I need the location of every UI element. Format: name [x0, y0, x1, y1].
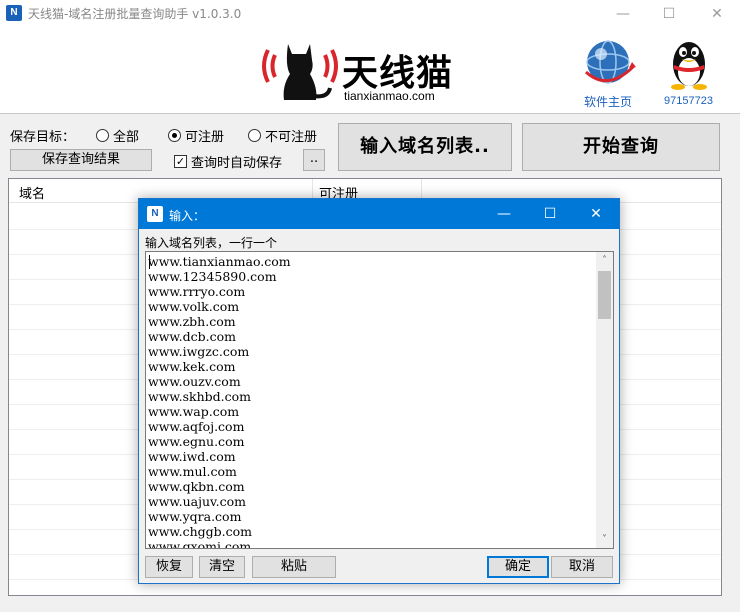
- dialog-minimize-button[interactable]: —: [481, 199, 527, 229]
- restore-button[interactable]: 恢复: [145, 556, 193, 578]
- domain-line: www.kek.com: [148, 359, 236, 374]
- browse-button[interactable]: ..: [303, 149, 325, 171]
- close-button[interactable]: ✕: [694, 0, 740, 28]
- radio-all[interactable]: 全部: [96, 126, 139, 145]
- dialog-title: 输入：: [169, 209, 206, 223]
- homepage-link[interactable]: 软件主页: [584, 93, 632, 110]
- domain-line: www.ouzv.com: [148, 374, 241, 389]
- dialog-close-button[interactable]: ✕: [573, 199, 619, 229]
- domain-list-textarea[interactable]: www.tianxianmao.com www.12345890.com www.r…: [145, 251, 614, 549]
- minimize-button[interactable]: —: [600, 0, 646, 28]
- text-caret: [149, 255, 150, 269]
- paste-button[interactable]: 粘贴: [252, 556, 336, 578]
- dialog-titlebar[interactable]: N 输入： — ☐ ✕: [139, 199, 619, 229]
- clear-button[interactable]: 清空: [199, 556, 245, 578]
- window-title: 天线猫-域名注册批量查询助手 v1.0.3.0: [28, 7, 242, 21]
- vertical-scrollbar[interactable]: ˄ ˅: [596, 252, 613, 548]
- header-banner: 天线猫 tianxianmao.com 软件主页 97157723: [0, 28, 740, 114]
- domain-line: www.iwd.com: [148, 449, 236, 464]
- radio-available-indicator: [168, 129, 181, 142]
- radio-unavailable-indicator: [248, 129, 261, 142]
- app-icon: N: [6, 5, 22, 21]
- radio-available[interactable]: 可注册: [168, 126, 224, 145]
- column-domain[interactable]: 域名: [19, 183, 45, 202]
- domain-line: www.skhbd.com: [148, 389, 251, 404]
- dialog-maximize-button[interactable]: ☐: [527, 199, 573, 229]
- cat-signal-icon: [262, 44, 338, 100]
- domain-line: www.dcb.com: [148, 329, 236, 344]
- radio-all-indicator: [96, 129, 109, 142]
- domain-line: www.aqfoj.com: [148, 419, 245, 434]
- input-domain-list-button[interactable]: 输入域名列表..: [338, 123, 512, 171]
- scroll-thumb[interactable]: [598, 271, 611, 319]
- cancel-button[interactable]: 取消: [551, 556, 613, 578]
- scroll-down-arrow[interactable]: ˅: [596, 531, 613, 548]
- ok-button[interactable]: 确定: [487, 556, 549, 578]
- save-results-button[interactable]: 保存查询结果: [10, 149, 152, 171]
- qq-penguin-icon[interactable]: [664, 34, 714, 90]
- dialog-app-icon: N: [147, 206, 163, 222]
- domain-line: www.wap.com: [148, 404, 240, 419]
- start-query-button[interactable]: 开始查询: [522, 123, 720, 171]
- domain-line: www.volk.com: [148, 299, 240, 314]
- domain-line: www.iwgzc.com: [148, 344, 250, 359]
- save-target-label: 保存目标：: [10, 130, 76, 145]
- domain-line: www.rrryo.com: [148, 284, 246, 299]
- scroll-up-arrow[interactable]: ˄: [596, 252, 613, 269]
- domain-line: www.qkbn.com: [148, 479, 245, 494]
- qq-number-link[interactable]: 97157723: [664, 95, 713, 107]
- maximize-button[interactable]: ☐: [646, 0, 692, 28]
- domain-line: www.12345890.com: [148, 269, 277, 284]
- domain-line: www.chggb.com: [148, 524, 252, 539]
- domain-line: www.uajuv.com: [148, 494, 246, 509]
- dialog-prompt: 输入域名列表，一行一个: [145, 236, 278, 250]
- domain-line: www.mul.com: [148, 464, 237, 479]
- auto-save-label: 查询时自动保存: [191, 156, 283, 171]
- domain-lines: www.tianxianmao.com www.12345890.com www.r…: [148, 254, 291, 549]
- domain-line: www.egnu.com: [148, 434, 245, 449]
- domain-line: www.yqra.com: [148, 509, 242, 524]
- radio-all-label: 全部: [113, 130, 140, 145]
- logo: 天线猫 tianxianmao.com: [258, 36, 468, 106]
- domain-line: www.zbh.com: [148, 314, 236, 329]
- domain-line: www.tianxianmao.com: [148, 254, 291, 269]
- logo-domain-text: tianxianmao.com: [344, 89, 435, 103]
- radio-unavailable[interactable]: 不可注册: [248, 126, 317, 145]
- input-dialog: N 输入： — ☐ ✕ 输入域名列表，一行一个 www.tianxianmao.…: [138, 198, 620, 584]
- domain-line: www.gxomj.com: [148, 539, 252, 549]
- checkmark-icon: ✓: [174, 155, 187, 168]
- globe-icon[interactable]: [576, 36, 640, 88]
- radio-unavailable-label: 不可注册: [265, 130, 318, 145]
- auto-save-checkbox[interactable]: ✓ 查询时自动保存: [174, 152, 282, 171]
- radio-available-label: 可注册: [185, 130, 225, 145]
- main-titlebar: N 天线猫-域名注册批量查询助手 v1.0.3.0 — ☐ ✕: [0, 0, 740, 28]
